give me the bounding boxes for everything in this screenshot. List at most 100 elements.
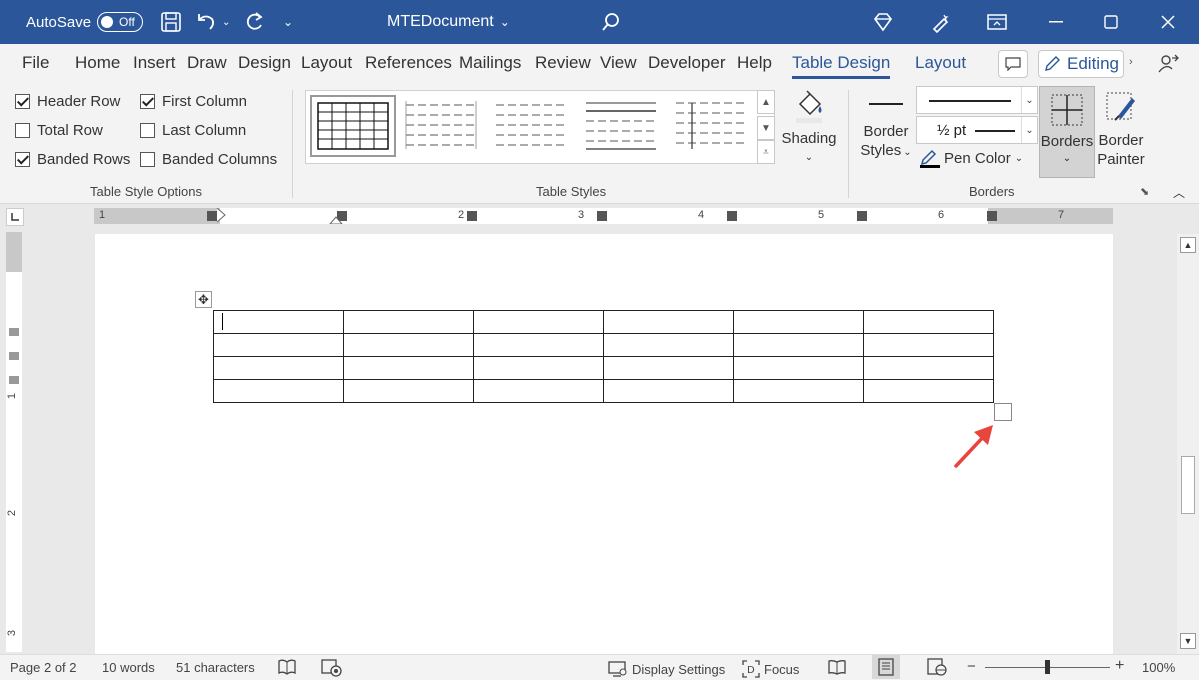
vertical-ruler[interactable]: 1 2 3	[6, 232, 22, 652]
read-aloud-book-icon[interactable]	[277, 657, 297, 677]
pen-color-button[interactable]: Pen Color ⌄	[919, 147, 1023, 169]
focus-button[interactable]: D Focus	[742, 660, 799, 678]
borders-button[interactable]: Borders ⌄	[1039, 86, 1095, 178]
table-cell[interactable]	[213, 310, 344, 334]
banded-rows-checkbox[interactable]: Banded Rows	[15, 151, 130, 168]
table-style-light[interactable]	[400, 95, 486, 157]
table-cell[interactable]	[343, 310, 474, 334]
zoom-out-button[interactable]: −	[967, 658, 976, 675]
first-column-checkbox[interactable]: First Column	[140, 93, 247, 110]
zoom-in-button[interactable]: +	[1115, 657, 1124, 675]
ribbon-display-icon[interactable]	[987, 0, 1007, 44]
accessibility-icon[interactable]	[321, 657, 343, 677]
horizontal-ruler[interactable]: 1 2 3 4 5 6 7	[94, 208, 1113, 224]
page-count[interactable]: Page 2 of 2	[10, 660, 77, 675]
table-cell[interactable]	[863, 379, 994, 403]
table-cell[interactable]	[213, 333, 344, 357]
undo-icon[interactable]	[195, 0, 217, 44]
table-cell[interactable]	[473, 310, 604, 334]
dialog-launcher-icon[interactable]: ⬊	[1140, 185, 1149, 198]
display-settings-button[interactable]: Display Settings	[608, 660, 725, 678]
scroll-down-arrow[interactable]: ▼	[1180, 633, 1196, 649]
table-resize-handle[interactable]	[994, 403, 1012, 421]
tab-table-layout[interactable]: Layout	[915, 53, 966, 73]
table-cell[interactable]	[343, 356, 474, 380]
table-cell[interactable]	[213, 356, 344, 380]
character-count[interactable]: 51 characters	[176, 660, 255, 675]
ribbon-overflow-icon[interactable]: ›	[1129, 56, 1133, 68]
table-cell[interactable]	[603, 333, 734, 357]
designer-pen-icon[interactable]	[930, 0, 952, 44]
table-cell[interactable]	[343, 379, 474, 403]
header-row-checkbox[interactable]: Header Row	[15, 93, 120, 110]
minimize-button[interactable]	[1033, 0, 1079, 44]
table-cell[interactable]	[733, 356, 864, 380]
redo-icon[interactable]	[243, 0, 265, 44]
tab-references[interactable]: References	[365, 53, 452, 73]
tab-view[interactable]: View	[600, 53, 637, 73]
table-style-grid[interactable]	[310, 95, 396, 157]
table-style-banded[interactable]	[580, 95, 666, 157]
border-painter-button[interactable]: Border Painter	[1096, 90, 1146, 169]
total-row-checkbox[interactable]: Total Row	[15, 122, 103, 139]
table-cell[interactable]	[863, 356, 994, 380]
table-cell[interactable]	[733, 333, 864, 357]
tab-table-design[interactable]: Table Design	[792, 53, 891, 79]
gallery-scroll-up[interactable]: ▲	[757, 90, 775, 114]
table-move-handle[interactable]: ✥	[195, 291, 212, 308]
read-mode-icon[interactable]	[827, 657, 847, 677]
gallery-scroll-down[interactable]: ▼	[757, 116, 775, 140]
maximize-button[interactable]	[1088, 0, 1134, 44]
scroll-up-arrow[interactable]: ▲	[1180, 237, 1196, 253]
table-cell[interactable]	[603, 356, 734, 380]
tab-design[interactable]: Design	[238, 53, 291, 73]
vertical-scrollbar[interactable]: ▲ ▼	[1177, 234, 1199, 654]
table-cell[interactable]	[473, 356, 604, 380]
line-weight-dropdown[interactable]: ½ pt ⌄	[916, 116, 1038, 144]
shading-button[interactable]: Shading ⌄	[781, 88, 837, 167]
share-icon[interactable]	[1158, 54, 1180, 78]
tab-mailings[interactable]: Mailings	[459, 53, 521, 73]
tab-insert[interactable]: Insert	[133, 53, 176, 73]
word-count[interactable]: 10 words	[102, 660, 155, 675]
close-button[interactable]	[1145, 0, 1191, 44]
gallery-more-button[interactable]: ⩡	[757, 140, 775, 164]
tab-layout[interactable]: Layout	[301, 53, 352, 73]
collapse-ribbon-icon[interactable]: ︿	[1173, 184, 1185, 201]
tab-selector[interactable]	[6, 208, 24, 226]
web-layout-icon[interactable]	[927, 657, 947, 677]
tab-file[interactable]: File	[22, 53, 49, 73]
table-cell[interactable]	[603, 310, 734, 334]
save-icon[interactable]	[160, 0, 182, 44]
table-style-plain[interactable]	[490, 95, 576, 157]
table-cell[interactable]	[603, 379, 734, 403]
comments-button[interactable]	[998, 50, 1028, 78]
table-cell[interactable]	[343, 333, 474, 357]
line-style-dropdown[interactable]: ⌄	[916, 86, 1038, 114]
customize-qat-icon[interactable]: ⌄	[283, 0, 293, 44]
banded-columns-checkbox[interactable]: Banded Columns	[140, 151, 277, 168]
diamond-icon[interactable]	[872, 0, 894, 44]
table-cell[interactable]	[863, 310, 994, 334]
border-styles-button[interactable]: Border Styles ⌄	[858, 86, 914, 162]
table-style-first-col[interactable]	[670, 95, 756, 157]
undo-dropdown-icon[interactable]: ⌄	[222, 0, 230, 44]
table-cell[interactable]	[213, 379, 344, 403]
table-cell[interactable]	[473, 333, 604, 357]
scroll-thumb[interactable]	[1181, 456, 1195, 514]
search-icon[interactable]	[600, 0, 622, 44]
table-cell[interactable]	[473, 379, 604, 403]
last-column-checkbox[interactable]: Last Column	[140, 122, 246, 139]
document-table[interactable]	[213, 310, 994, 403]
tab-developer[interactable]: Developer	[648, 53, 726, 73]
editing-mode-button[interactable]: Editing	[1038, 50, 1124, 78]
zoom-slider-thumb[interactable]	[1045, 660, 1050, 674]
tab-review[interactable]: Review	[535, 53, 591, 73]
table-cell[interactable]	[863, 333, 994, 357]
tab-home[interactable]: Home	[75, 53, 120, 73]
table-cell[interactable]	[733, 379, 864, 403]
print-layout-icon[interactable]	[872, 655, 900, 679]
tab-draw[interactable]: Draw	[187, 53, 227, 73]
table-cell[interactable]	[733, 310, 864, 334]
zoom-level[interactable]: 100%	[1142, 660, 1175, 675]
